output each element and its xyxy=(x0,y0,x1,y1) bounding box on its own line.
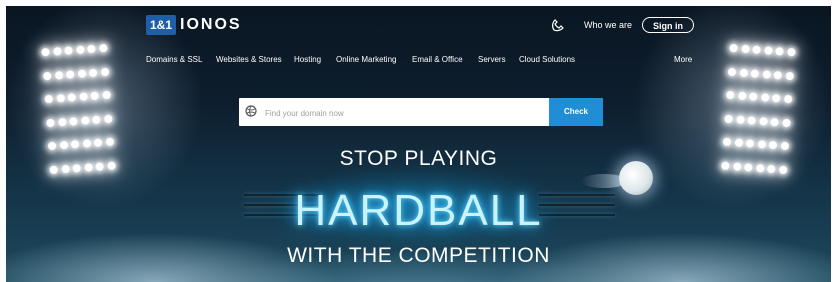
nav-item-more[interactable]: More xyxy=(674,55,692,64)
domain-search-bar: Check xyxy=(239,98,603,128)
logo-wordmark: IONOS xyxy=(180,16,242,33)
check-button[interactable]: Check xyxy=(549,98,603,126)
headline-neon: HARDBALL xyxy=(294,186,543,235)
who-we-are-link[interactable]: Who we are xyxy=(584,20,632,30)
nav-item-online-marketing[interactable]: Online Marketing xyxy=(336,55,396,64)
nav-item-servers[interactable]: Servers xyxy=(478,55,506,64)
nav-item-email-office[interactable]: Email & Office xyxy=(412,55,463,64)
nav-item-websites-stores[interactable]: Websites & Stores xyxy=(216,55,282,64)
ionos-logo[interactable]: 1&1 IONOS xyxy=(146,15,242,35)
headline-bottom: WITH THE COMPETITION xyxy=(287,244,550,267)
hero-banner: 1&1 IONOS Who we are Sign in Domains & S… xyxy=(6,6,831,282)
domain-search-input[interactable] xyxy=(263,98,547,128)
page-frame: 1&1 IONOS Who we are Sign in Domains & S… xyxy=(0,0,837,282)
phone-icon[interactable] xyxy=(551,18,565,32)
top-bar: 1&1 IONOS Who we are Sign in xyxy=(146,15,706,39)
logo-mark: 1&1 xyxy=(146,15,177,35)
nav-item-cloud-solutions[interactable]: Cloud Solutions xyxy=(519,55,575,64)
sign-in-button[interactable]: Sign in xyxy=(642,17,694,33)
main-nav: Domains & SSL Websites & Stores Hosting … xyxy=(146,55,706,71)
headline-top: STOP PLAYING xyxy=(339,147,498,170)
nav-item-domains-ssl[interactable]: Domains & SSL xyxy=(146,55,202,64)
globe-icon xyxy=(245,105,257,117)
nav-item-hosting[interactable]: Hosting xyxy=(294,55,321,64)
